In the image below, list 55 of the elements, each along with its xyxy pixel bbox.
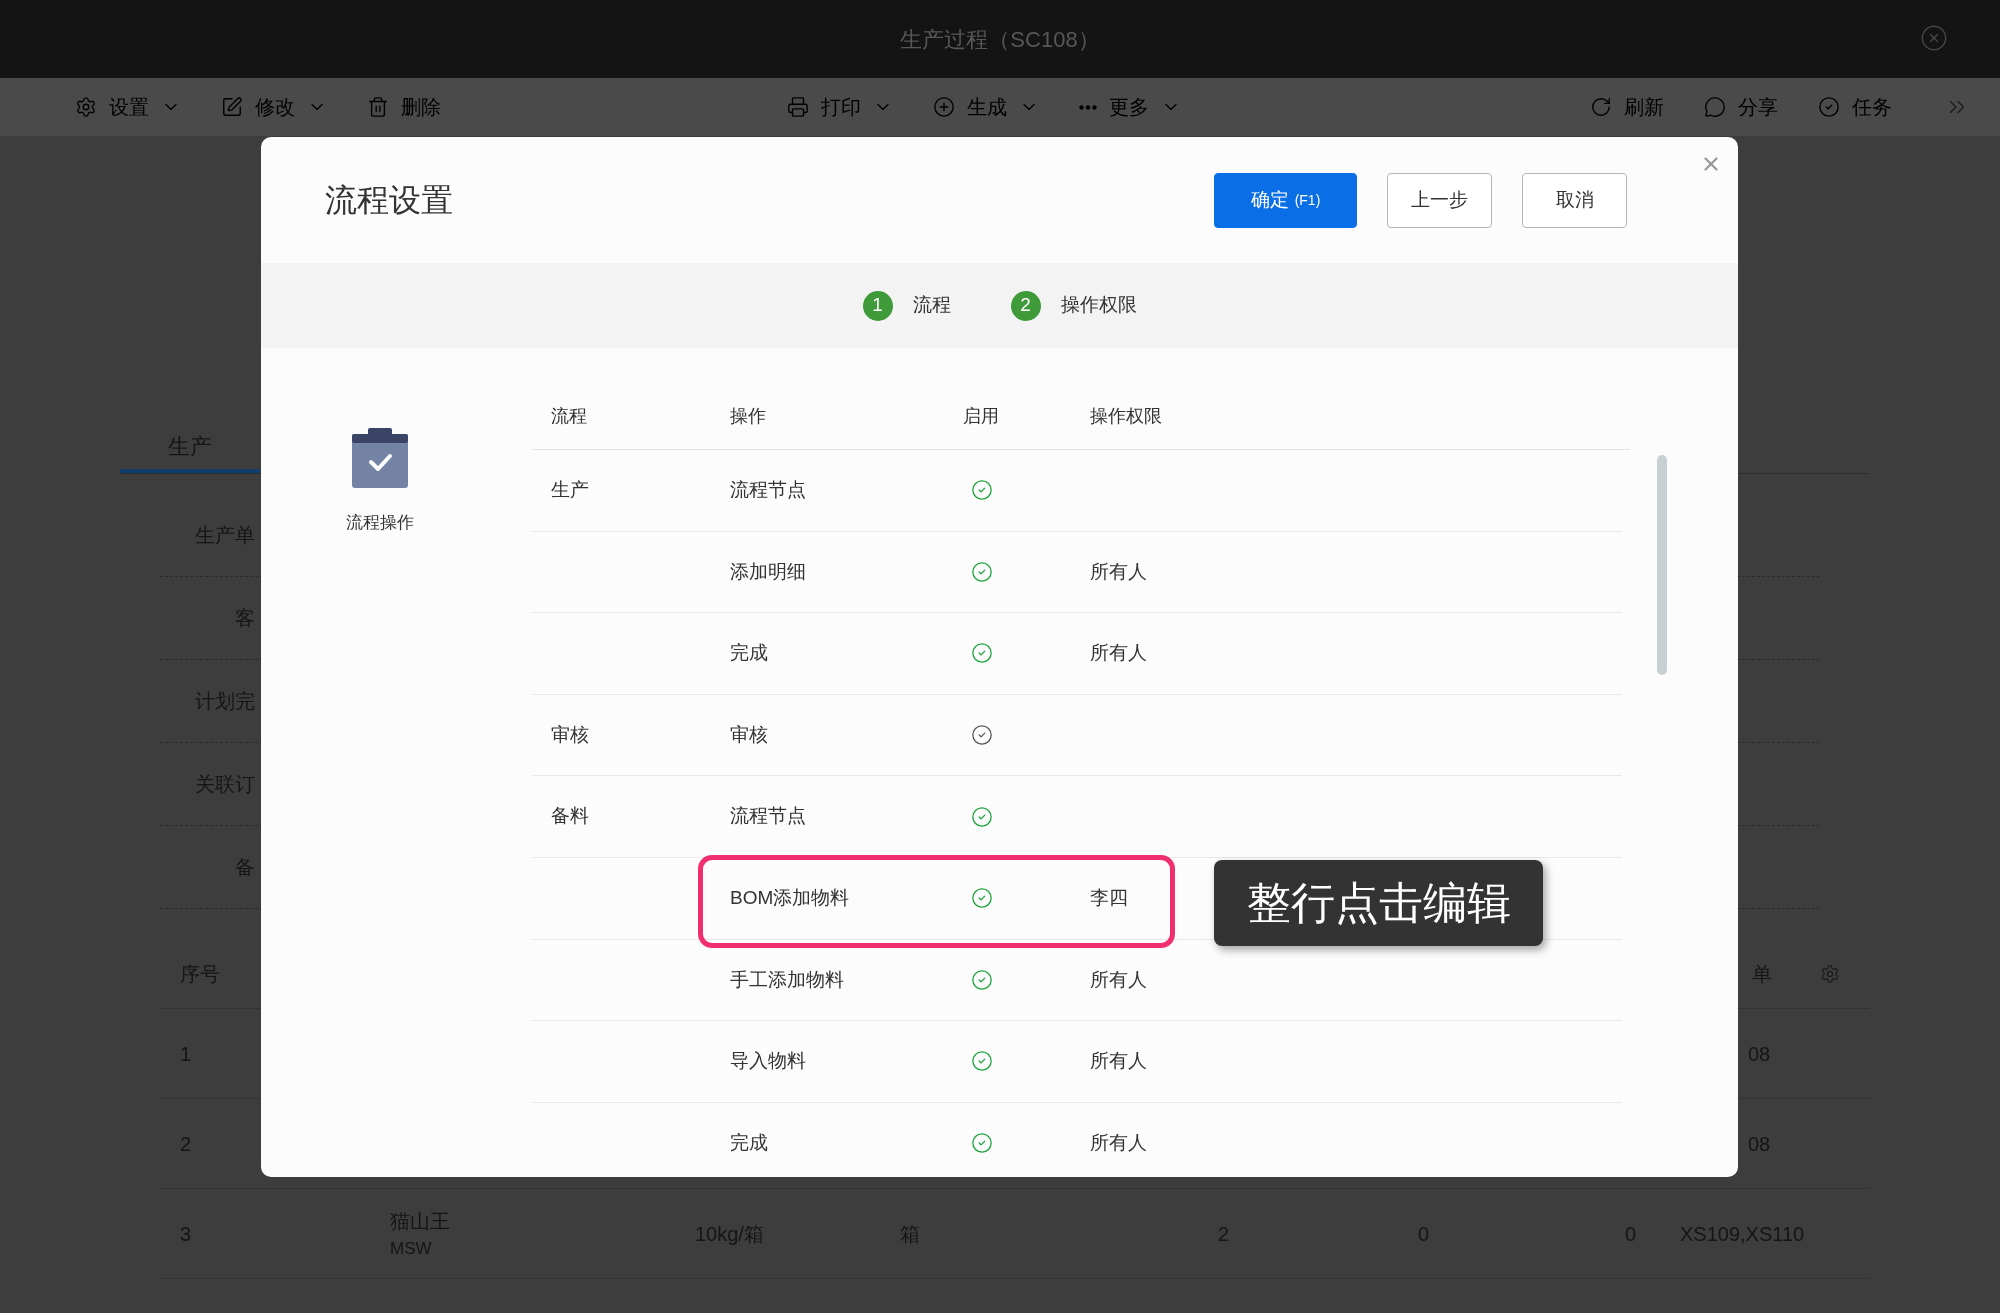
table-cell: 备料 <box>551 805 589 827</box>
table-cell: 生产 <box>551 479 589 501</box>
dialog-button[interactable]: 确定 (F1) <box>1214 172 1357 228</box>
dialog-button[interactable]: 上一步 <box>1387 172 1492 228</box>
plus-circle-icon <box>933 96 955 118</box>
trash-icon <box>367 96 389 118</box>
table-cell: 完成 <box>730 1131 768 1153</box>
column-header: 操作权限 <box>1090 405 1162 426</box>
table-cell: 审核 <box>730 723 768 745</box>
pencil-square-icon <box>221 96 243 118</box>
toolbar-button[interactable]: 删除 <box>367 92 441 122</box>
scrollbar[interactable] <box>1657 455 1667 675</box>
check-circle-icon <box>1818 96 1840 118</box>
close-icon[interactable] <box>1920 24 1948 52</box>
table-cell: 所有人 <box>1090 1131 1147 1153</box>
table-cell: 审核 <box>551 723 589 745</box>
printer-icon <box>787 96 809 118</box>
table-cell: 添加明细 <box>730 560 806 582</box>
column-header: 启用 <box>963 405 999 426</box>
toolbar-button[interactable]: 分享 <box>1704 92 1778 122</box>
column-header: 操作 <box>730 405 766 426</box>
table-cell: 所有人 <box>1090 560 1147 582</box>
step-number: 2 <box>1010 290 1041 321</box>
dialog-title: 流程设置 <box>325 181 453 220</box>
settings-icon[interactable] <box>1820 963 1840 984</box>
table-cell: 导入物料 <box>730 1050 806 1072</box>
table-cell: 所有人 <box>1090 642 1147 664</box>
gear-icon <box>75 96 97 118</box>
table-cell: 完成 <box>730 642 768 664</box>
step-label: 操作权限 <box>1060 293 1137 318</box>
toolbar-button[interactable]: 修改 <box>221 92 327 122</box>
toolbar-button[interactable]: 刷新 <box>1590 92 1664 122</box>
side-item-label[interactable]: 流程操作 <box>346 510 414 536</box>
table-cell: 流程节点 <box>730 805 806 827</box>
table-cell: BOM添加物料 <box>730 887 850 908</box>
step-number: 1 <box>862 290 893 321</box>
table-cell: 流程节点 <box>730 479 806 501</box>
toolbar-button[interactable]: 任务 <box>1818 92 1892 122</box>
clipboard-check-icon <box>352 428 408 488</box>
refresh-icon <box>1590 96 1612 118</box>
window-title: 生产过程（SC108） <box>900 25 1100 54</box>
dialog-button[interactable]: 取消 <box>1522 172 1627 228</box>
callout: 整行点击编辑 <box>1214 859 1543 946</box>
more-icon <box>1079 104 1097 110</box>
toolbar-button[interactable]: 生成 <box>933 92 1039 122</box>
speech-bubble-icon <box>1704 96 1726 118</box>
table-cell: 所有人 <box>1090 1050 1147 1072</box>
table-cell: 手工添加物料 <box>730 968 844 990</box>
toolbar-button[interactable]: 设置 <box>75 92 181 122</box>
table-cell: 所有人 <box>1090 968 1147 990</box>
table-cell: 李四 <box>1090 887 1128 908</box>
toolbar-button[interactable]: 打印 <box>787 92 893 122</box>
step-label: 流程 <box>912 293 951 318</box>
toolbar-button[interactable]: 更多 <box>1079 92 1181 122</box>
column-header: 流程 <box>551 405 587 426</box>
